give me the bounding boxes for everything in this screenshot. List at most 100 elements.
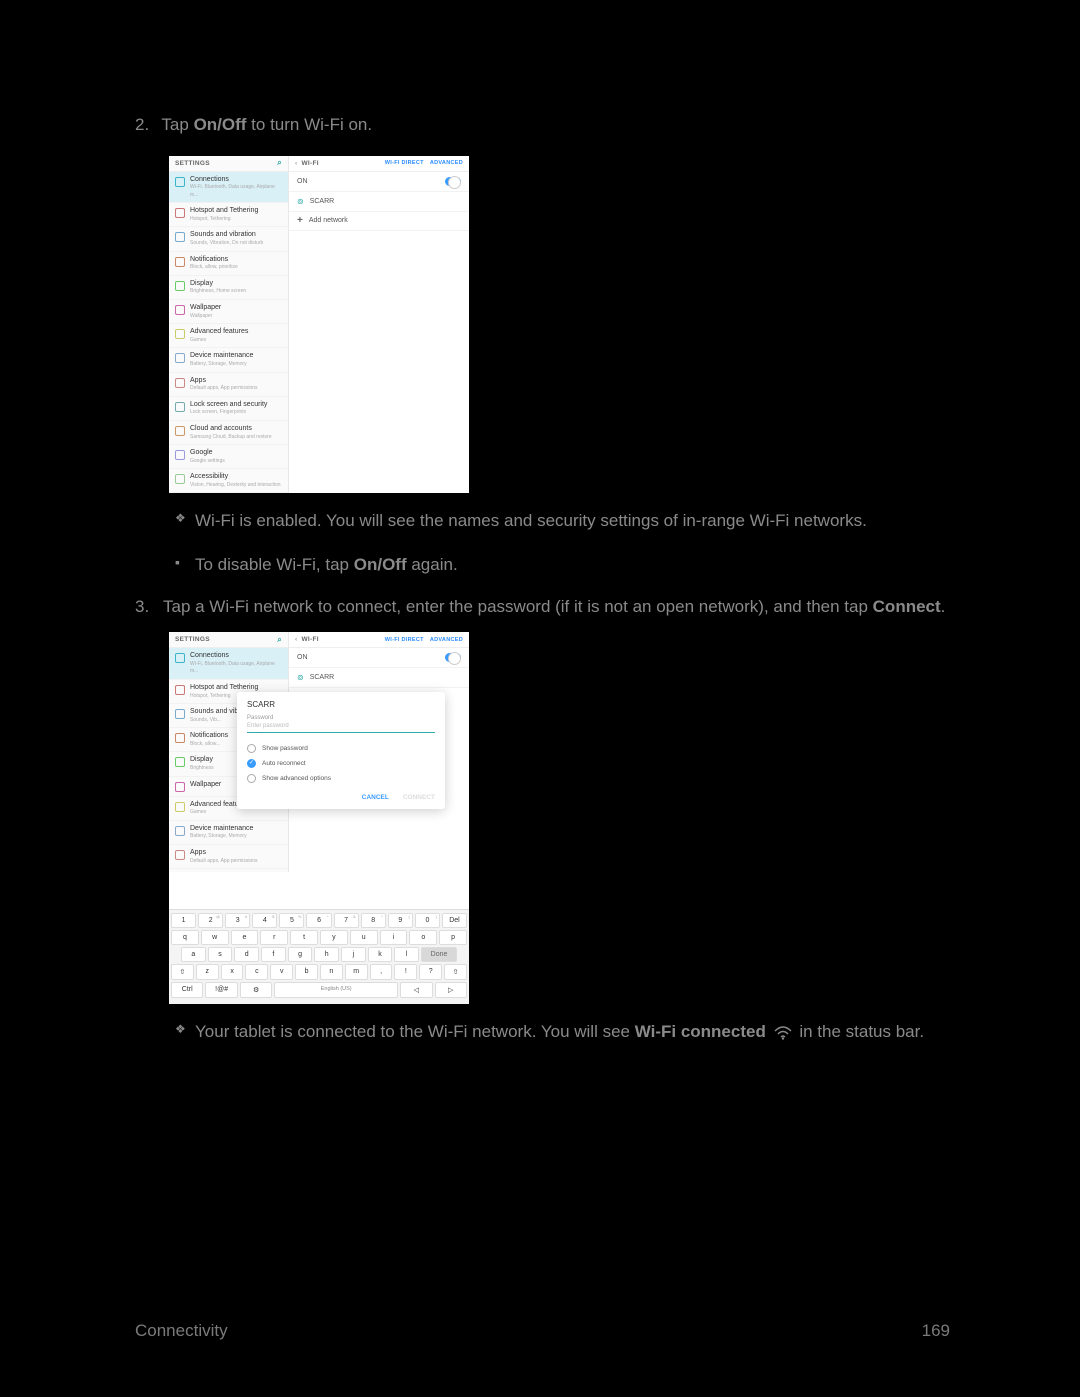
search-icon[interactable]: ⌕ (277, 635, 282, 645)
show-password-checkbox[interactable]: Show password (247, 741, 435, 756)
settings-item-title: Device maintenance (190, 825, 253, 832)
add-network-row[interactable]: + Add network (289, 212, 469, 231)
settings-item-icon (175, 685, 185, 695)
back-icon[interactable]: ‹ (295, 636, 297, 643)
auto-reconnect-checkbox[interactable]: Auto reconnect (247, 756, 435, 771)
keyboard-key[interactable]: ◁ (400, 982, 432, 998)
keyboard-key[interactable]: !@# (205, 982, 237, 998)
keyboard-key[interactable]: i (380, 930, 408, 945)
keyboard-key[interactable]: Del (442, 913, 467, 928)
keyboard-key[interactable]: m (345, 964, 368, 980)
settings-item[interactable]: GoogleGoogle settings (169, 445, 288, 469)
settings-item[interactable]: AccessibilityVision, Hearing, Dexterity … (169, 469, 288, 493)
keyboard-key[interactable]: k (368, 947, 393, 962)
keyboard-key[interactable]: ⇧ (171, 964, 194, 980)
keyboard-key[interactable]: ? (419, 964, 442, 980)
settings-item[interactable]: ConnectionsWi-Fi, Bluetooth, Data usage,… (169, 172, 288, 204)
cancel-button[interactable]: CANCEL (362, 794, 389, 801)
keyboard-key[interactable]: ▷ (435, 982, 467, 998)
back-icon[interactable]: ‹ (295, 160, 297, 167)
keyboard-key[interactable]: s (208, 947, 233, 962)
keyboard-key[interactable]: t (290, 930, 318, 945)
keyboard-key[interactable]: n (320, 964, 343, 980)
wifi-toggle[interactable] (445, 177, 461, 186)
settings-item-desc: Wallpaper (190, 313, 212, 319)
wifi-icon: ⊚ (297, 673, 304, 682)
connect-button[interactable]: CONNECT (403, 794, 435, 801)
settings-item[interactable]: AppsDefault apps, App permissions (169, 845, 288, 869)
keyboard-key[interactable]: e (231, 930, 259, 945)
keyboard-key[interactable]: ! (394, 964, 417, 980)
settings-item[interactable]: NotificationsBlock, allow, prioritize (169, 252, 288, 276)
keyboard-key[interactable]: z (196, 964, 219, 980)
settings-item[interactable]: Cloud and accountsSamsung Cloud, Backup … (169, 421, 288, 445)
settings-header: SETTINGS ⌕ (169, 156, 288, 172)
settings-item[interactable]: DisplayBrightness, Home screen (169, 276, 288, 300)
result-bullet-2: Your tablet is connected to the Wi-Fi ne… (135, 1018, 950, 1045)
keyboard-key[interactable]: 8* (361, 913, 386, 928)
keyboard-key[interactable]: v (270, 964, 293, 980)
search-icon[interactable]: ⌕ (277, 158, 282, 168)
keyboard-key[interactable]: 1 (171, 913, 196, 928)
keyboard-key[interactable]: 0) (415, 913, 440, 928)
settings-item[interactable]: Advanced featuresGames (169, 324, 288, 348)
keyboard-key[interactable]: x (221, 964, 244, 980)
keyboard-key[interactable]: w (201, 930, 229, 945)
settings-item-icon (175, 208, 185, 218)
keyboard-key[interactable]: 2@ (198, 913, 223, 928)
show-advanced-checkbox[interactable]: Show advanced options (247, 771, 435, 786)
keyboard-key[interactable]: b (295, 964, 318, 980)
password-input[interactable]: Enter password (247, 721, 435, 733)
settings-item-desc: Brightness, Home screen (190, 288, 246, 294)
settings-item[interactable]: WallpaperWallpaper (169, 300, 288, 324)
keyboard-key[interactable]: c (245, 964, 268, 980)
keyboard-key[interactable]: g (288, 947, 313, 962)
settings-item-desc: Google settings (190, 458, 225, 464)
wifi-on-row[interactable]: ON (289, 648, 469, 668)
settings-item[interactable]: Device maintenanceBattery, Storage, Memo… (169, 348, 288, 372)
keyboard-key[interactable]: o (409, 930, 437, 945)
keyboard-key[interactable]: 9( (388, 913, 413, 928)
wifi-on-row[interactable]: ON (289, 172, 469, 192)
wifi-network-row[interactable]: ⊚ SCARR (289, 668, 469, 688)
keyboard-key[interactable]: ⚙ (240, 982, 272, 998)
settings-item[interactable]: Sounds and vibrationSounds, Vibration, D… (169, 227, 288, 251)
keyboard-key[interactable]: d (234, 947, 259, 962)
settings-item-desc: Sounds, Vib... (190, 717, 221, 723)
settings-item[interactable]: Hotspot and TetheringHotspot, Tethering (169, 203, 288, 227)
keyboard-key[interactable]: p (439, 930, 467, 945)
keyboard-key[interactable]: h (314, 947, 339, 962)
wifi-toggle[interactable] (445, 653, 461, 662)
keyboard-key[interactable]: , (370, 964, 393, 980)
keyboard-key[interactable]: English (US) (274, 982, 398, 998)
settings-item[interactable]: ConnectionsWi-Fi, Bluetooth, Data usage,… (169, 648, 288, 680)
keyboard-key[interactable]: f (261, 947, 286, 962)
keyboard-key[interactable]: Done (421, 947, 457, 962)
advanced-link[interactable]: ADVANCED (430, 637, 463, 643)
keyboard-key[interactable]: Ctrl (171, 982, 203, 998)
keyboard-key[interactable]: 3# (225, 913, 250, 928)
wifi-direct-link[interactable]: Wi-Fi Direct (385, 160, 424, 166)
keyboard-key[interactable]: u (350, 930, 378, 945)
keyboard-key[interactable]: l (394, 947, 419, 962)
keyboard-key[interactable]: y (320, 930, 348, 945)
keyboard-key[interactable]: j (341, 947, 366, 962)
keyboard-key[interactable]: 7& (334, 913, 359, 928)
keyboard-key[interactable]: ⇧ (444, 964, 467, 980)
keyboard-key[interactable]: a (181, 947, 206, 962)
screenshot-wifi-settings: SETTINGS ⌕ ConnectionsWi-Fi, Bluetooth, … (169, 156, 469, 494)
wifi-network-row[interactable]: ⊚ SCARR (289, 192, 469, 212)
keyboard-key[interactable]: 6^ (306, 913, 331, 928)
page-footer: Connectivity 169 (135, 1321, 950, 1341)
settings-item[interactable]: Device maintenanceBattery, Storage, Memo… (169, 821, 288, 845)
keyboard-key[interactable]: 5% (279, 913, 304, 928)
settings-item[interactable]: Lock screen and securityLock screen, Fin… (169, 397, 288, 421)
advanced-link[interactable]: ADVANCED (430, 160, 463, 166)
settings-item-icon (175, 802, 185, 812)
keyboard-key[interactable]: q (171, 930, 199, 945)
wifi-direct-link[interactable]: Wi-Fi Direct (385, 637, 424, 643)
settings-item-desc: Battery, Storage, Memory (190, 361, 247, 367)
keyboard-key[interactable]: r (260, 930, 288, 945)
keyboard-key[interactable]: 4$ (252, 913, 277, 928)
settings-item[interactable]: AppsDefault apps, App permissions (169, 373, 288, 397)
